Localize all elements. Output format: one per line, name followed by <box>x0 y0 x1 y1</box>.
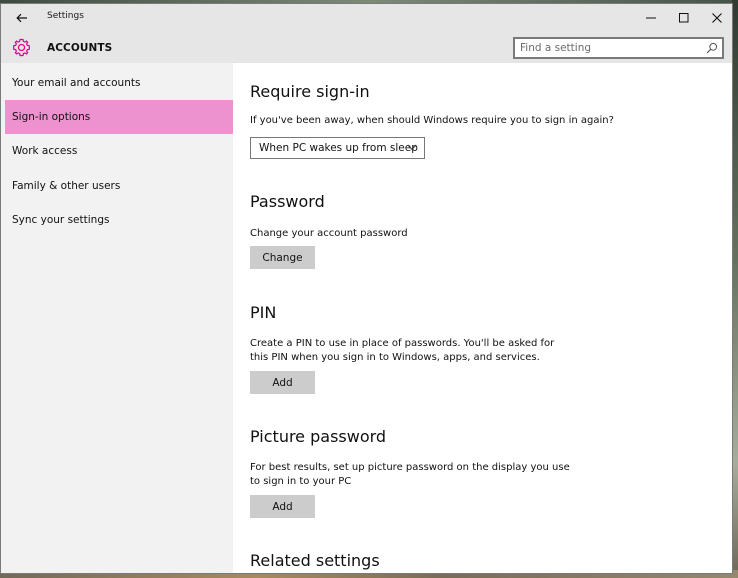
sidebar-item-label: Sign-in options <box>12 111 91 123</box>
close-icon <box>711 12 722 23</box>
sidebar-item-label: Family & other users <box>12 180 121 192</box>
pin-heading: PIN <box>250 303 277 322</box>
search-icon[interactable] <box>706 42 718 54</box>
require-signin-dropdown[interactable]: When PC wakes up from sleep <box>250 137 425 159</box>
sidebar-item-sync-your-settings[interactable]: Sync your settings <box>5 203 233 237</box>
title-bar: Settings <box>1 4 732 31</box>
change-password-button[interactable]: Change <box>250 246 315 269</box>
add-picture-password-button[interactable]: Add <box>250 495 315 518</box>
page-title: ACCOUNTS <box>47 42 113 54</box>
settings-window: Settings ACCOUNTS Find a setting Your em… <box>0 3 733 574</box>
pin-description: Create a PIN to use in place of password… <box>250 338 555 363</box>
sidebar-item-label: Sync your settings <box>12 214 110 226</box>
require-signin-description: If you've been away, when should Windows… <box>250 115 614 126</box>
content-pane: Require sign-in If you've been away, whe… <box>233 63 732 573</box>
password-description: Change your account password <box>250 228 408 239</box>
related-settings-heading: Related settings <box>250 551 380 570</box>
sidebar-item-family-other-users[interactable]: Family & other users <box>5 169 233 203</box>
sidebar-item-label: Your email and accounts <box>12 77 141 89</box>
window-title: Settings <box>47 11 84 21</box>
sidebar: Your email and accounts Sign-in options … <box>1 63 233 573</box>
back-arrow-icon <box>16 13 27 23</box>
dropdown-selected-value: When PC wakes up from sleep <box>259 142 418 154</box>
minimize-button[interactable] <box>634 4 667 31</box>
chevron-down-icon <box>407 144 417 151</box>
add-pin-button[interactable]: Add <box>250 371 315 394</box>
minimize-icon <box>645 17 656 18</box>
sidebar-item-your-email-and-accounts[interactable]: Your email and accounts <box>5 66 233 100</box>
picture-password-description: For best results, set up picture passwor… <box>250 462 570 487</box>
maximize-icon <box>678 12 688 22</box>
search-box[interactable] <box>513 37 724 59</box>
sidebar-item-sign-in-options[interactable]: Sign-in options <box>5 100 233 134</box>
picture-password-heading: Picture password <box>250 427 387 446</box>
search-input[interactable] <box>520 41 698 55</box>
sidebar-item-label: Work access <box>12 145 78 157</box>
close-button[interactable] <box>700 4 732 31</box>
password-heading: Password <box>250 192 325 211</box>
gear-icon <box>12 38 31 57</box>
maximize-button[interactable] <box>667 4 700 31</box>
sidebar-item-work-access[interactable]: Work access <box>5 134 233 168</box>
require-signin-heading: Require sign-in <box>250 82 370 101</box>
app-header: ACCOUNTS <box>1 31 732 63</box>
back-button[interactable] <box>7 6 37 30</box>
